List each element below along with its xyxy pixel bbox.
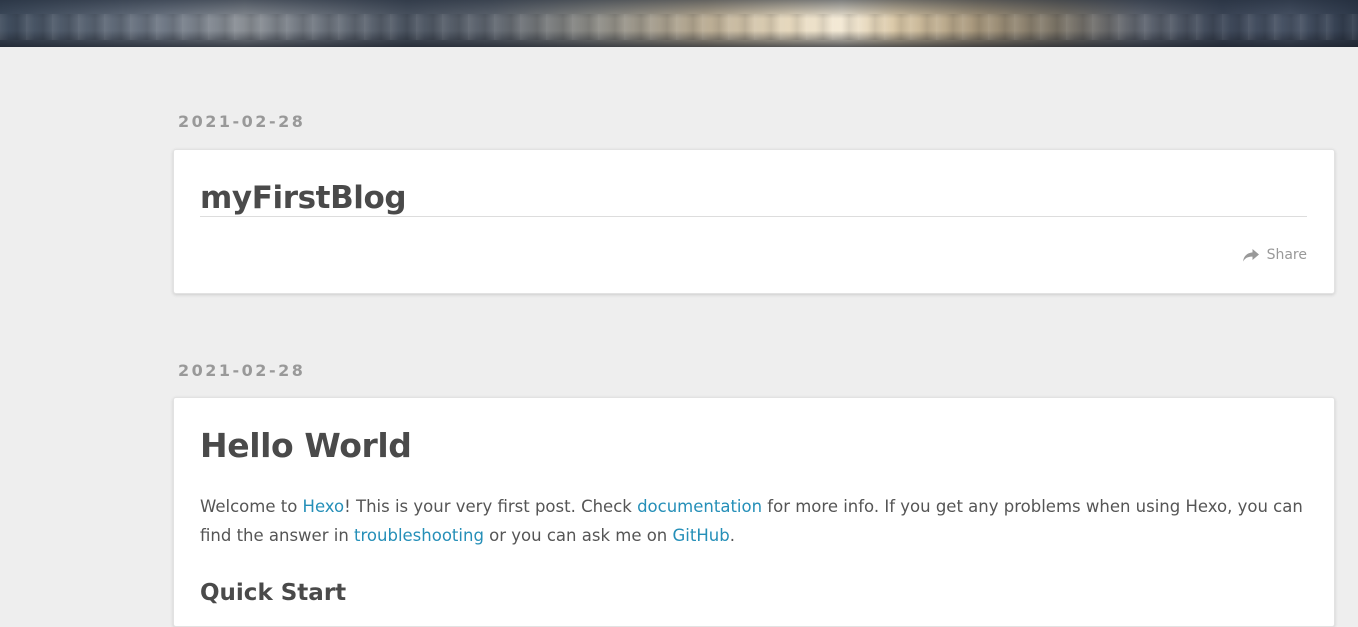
article-card: Hello World Welcome to Hexo! This is you… bbox=[173, 397, 1335, 627]
post-date[interactable]: 2021-02-28 bbox=[178, 111, 1335, 133]
article-title[interactable]: Hello World bbox=[200, 426, 1307, 466]
header-banner bbox=[0, 0, 1358, 47]
article-card: myFirstBlog Share bbox=[173, 149, 1335, 294]
post-date[interactable]: 2021-02-28 bbox=[178, 360, 1335, 382]
article-intro: Welcome to Hexo! This is your very first… bbox=[200, 492, 1307, 550]
banner-clouds-image bbox=[0, 14, 1358, 40]
article-footer: Share bbox=[200, 217, 1307, 293]
github-link[interactable]: GitHub bbox=[673, 526, 730, 545]
hexo-link[interactable]: Hexo bbox=[303, 497, 345, 516]
intro-text: ! This is your very first post. Check bbox=[344, 497, 638, 516]
share-button[interactable]: Share bbox=[1242, 247, 1307, 263]
troubleshooting-link[interactable]: troubleshooting bbox=[354, 526, 484, 545]
intro-text: . bbox=[729, 526, 735, 545]
section-heading: Quick Start bbox=[200, 580, 347, 606]
documentation-link[interactable]: documentation bbox=[637, 497, 762, 516]
article-title[interactable]: myFirstBlog bbox=[200, 180, 1307, 216]
intro-text: Welcome to bbox=[200, 497, 303, 516]
main-content: 2021-02-28 myFirstBlog Share 2021-02-28 … bbox=[173, 47, 1335, 627]
intro-text: or you can ask me on bbox=[483, 526, 673, 545]
share-label: Share bbox=[1266, 247, 1307, 263]
share-icon bbox=[1242, 248, 1259, 261]
